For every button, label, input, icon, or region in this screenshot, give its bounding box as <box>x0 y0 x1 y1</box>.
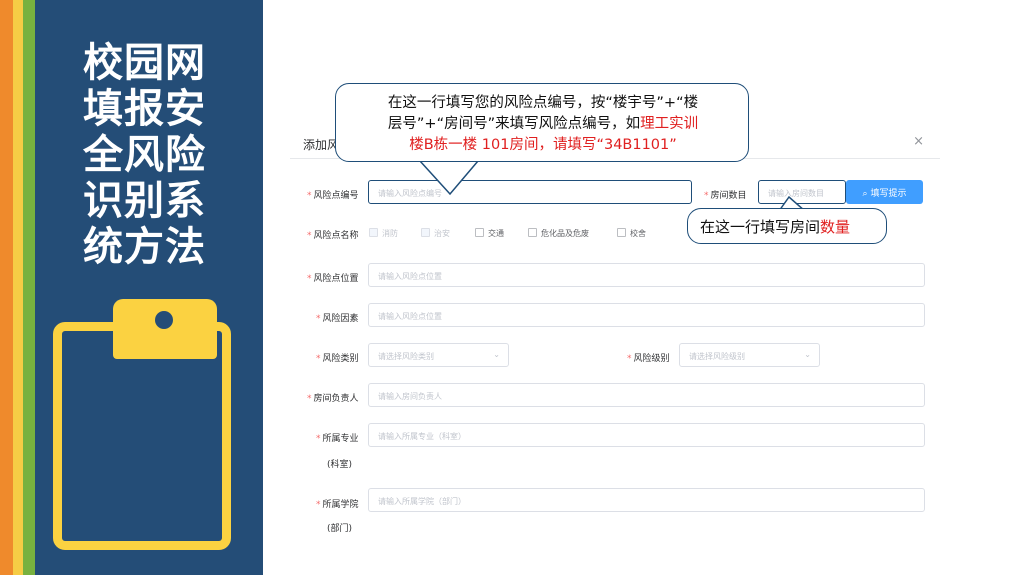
checkbox-security[interactable]: 治安 <box>421 228 450 239</box>
major-label: * 所属专业 <box>316 434 359 444</box>
risk-level-label: * 风险级别 <box>627 354 670 364</box>
checkbox-buildings[interactable]: 校舍 <box>617 228 646 239</box>
risk-point-code-label: * 风险点编号 <box>307 191 359 201</box>
major-input[interactable]: 请输入所属专业（科室） <box>368 423 925 447</box>
callout-code-line1: 在这一行填写您的风险点编号，按“楼宇号”+“楼 <box>387 95 699 111</box>
title-line-1: 校园网 <box>83 39 206 86</box>
room-owner-label: * 房间负责人 <box>307 394 359 404</box>
major-label-sub: (科室) <box>327 460 353 470</box>
risk-point-name-label: * 风险点名称 <box>307 231 359 241</box>
checkbox-traffic[interactable]: 交通 <box>475 228 504 239</box>
fill-hint-button[interactable]: ⌕ 填写提示 <box>846 180 923 204</box>
risk-factor-input[interactable]: 请输入风险点位置 <box>368 303 925 327</box>
chevron-down-icon: ⌄ <box>493 350 500 359</box>
clipboard-hole <box>155 311 173 329</box>
yellow-stripe <box>13 0 23 575</box>
college-label: * 所属学院 <box>316 500 359 510</box>
dialog-title: 添加风 <box>303 138 340 152</box>
callout-code-line2: 层号”+“房间号”来填写风险点编号，如 <box>387 116 641 132</box>
college-label-sub: (部门) <box>327 524 353 534</box>
orange-stripe <box>0 0 13 575</box>
risk-category-select[interactable]: 请选择风险类别 ⌄ <box>368 343 509 367</box>
sidebar-panel: 校园网 填报安 全风险 识别系 统方法 <box>35 0 263 575</box>
title-line-2: 填报安 <box>83 85 206 132</box>
callout-code-line3: 楼B栋一楼 101房间，请填写“34B1101” <box>409 137 677 153</box>
callout-tail-code <box>420 158 482 196</box>
chevron-down-icon: ⌄ <box>804 350 811 359</box>
risk-level-select[interactable]: 请选择风险级别 ⌄ <box>679 343 820 367</box>
risk-point-location-input[interactable]: 请输入风险点位置 <box>368 263 925 287</box>
callout-room-text-red: 数量 <box>820 218 851 236</box>
risk-factor-label: * 风险因素 <box>316 314 359 324</box>
checkbox-hazmat[interactable]: 危化品及危废 <box>528 228 589 239</box>
room-owner-input[interactable]: 请输入房间负责人 <box>368 383 925 407</box>
risk-category-label: * 风险类别 <box>316 354 359 364</box>
callout-room-count: 在这一行填写房间数量 <box>687 208 887 244</box>
college-input[interactable]: 请输入所属学院（部门） <box>368 488 925 512</box>
title-line-5: 统方法 <box>83 223 206 270</box>
callout-room-text: 在这一行填写房间 <box>700 218 821 236</box>
green-stripe <box>23 0 35 575</box>
title-line-4: 识别系 <box>83 177 206 224</box>
checkbox-fire[interactable]: 消防 <box>369 228 398 239</box>
callout-code-line2-red: 理工实训 <box>640 116 699 132</box>
add-risk-dialog: 添加风 × * 风险点编号 请输入风险点编号 * 房间数目 请输入房间数目 ⌕ 填写… <box>290 128 940 558</box>
clipboard-clip-icon <box>113 299 217 359</box>
close-icon[interactable]: × <box>913 134 924 149</box>
risk-point-location-label: * 风险点位置 <box>307 274 359 284</box>
callout-risk-code: 在这一行填写您的风险点编号，按“楼宇号”+“楼 层号”+“房间号”来填写风险点编… <box>335 83 749 162</box>
risk-point-code-input[interactable]: 请输入风险点编号 <box>368 180 692 204</box>
slide-title: 校园网 填报安 全风险 识别系 统方法 <box>83 40 223 270</box>
title-line-3: 全风险 <box>83 131 206 178</box>
room-count-label: * 房间数目 <box>704 191 747 201</box>
